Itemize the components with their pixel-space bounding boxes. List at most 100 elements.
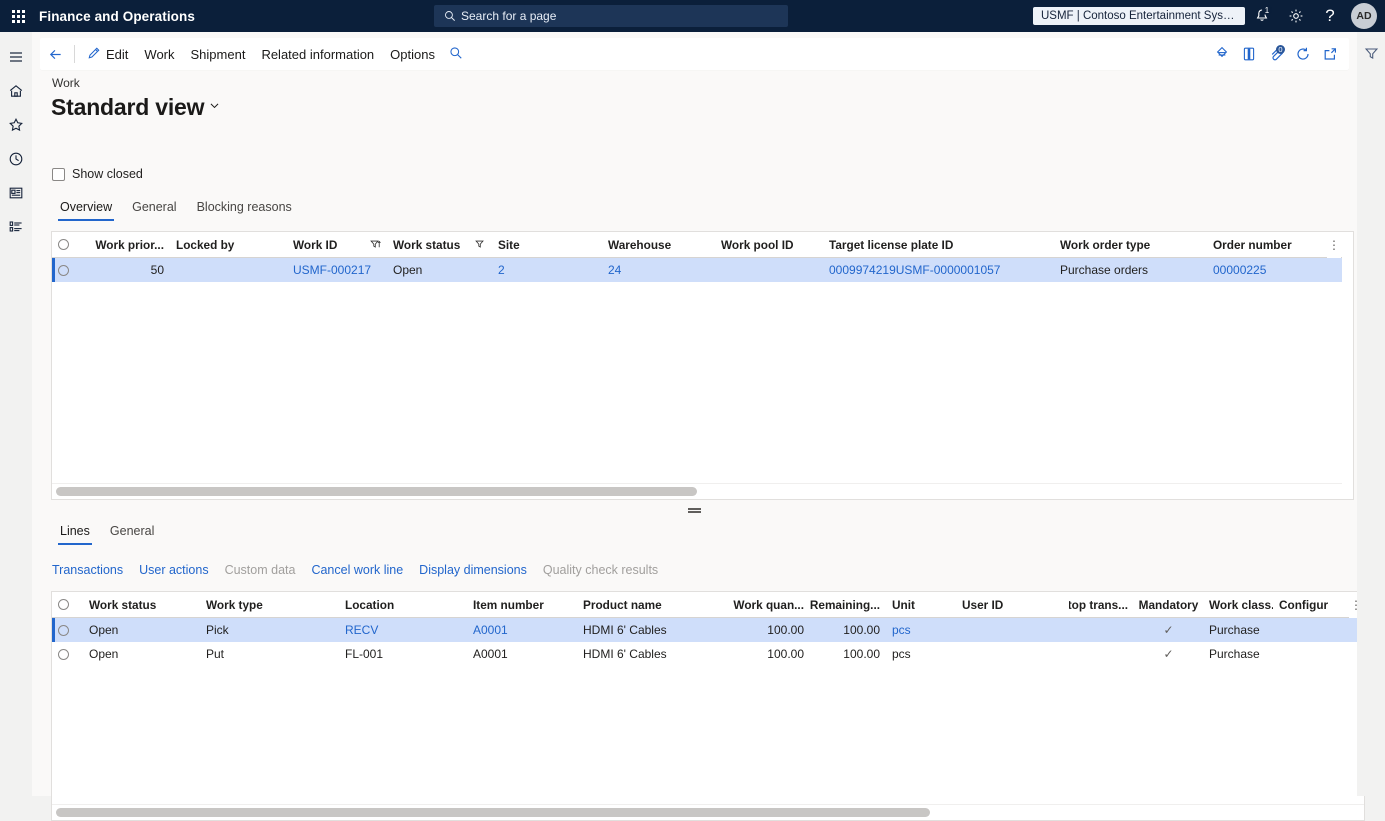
hamburger-icon[interactable] [0,40,32,74]
show-closed-label: Show closed [72,167,143,181]
column-header-ordernum[interactable]: Order number [1207,232,1327,258]
settings-button[interactable] [1279,0,1313,32]
column-header-userid[interactable]: User ID [956,592,1069,618]
column-header-workid[interactable]: Work ID [287,232,387,258]
horizontal-scrollbar[interactable] [52,804,1364,820]
open-in-office-icon[interactable] [1235,38,1262,70]
cell-link[interactable]: USMF-000217 [293,263,371,277]
row-select-circle[interactable] [58,624,69,636]
column-header-product[interactable]: Product name [577,592,732,618]
tab-overview[interactable]: Overview [52,198,120,221]
power-apps-icon[interactable] [1208,38,1235,70]
edit-button[interactable]: Edit [79,38,136,70]
table-row[interactable]: Open Pick RECV A0001 HDMI 6' Cables 100.00 100… [52,618,1364,642]
filter-funnel-icon[interactable] [1357,40,1385,66]
notifications-badge: 1 [1262,5,1272,15]
company-selector[interactable]: USMF | Contoso Entertainment Syste... [1033,7,1245,25]
cell-link[interactable]: RECV [345,623,378,637]
star-icon[interactable] [0,108,32,142]
app-title: Finance and Operations [39,8,195,24]
workspace-icon[interactable] [0,176,32,210]
open-in-new-window-icon[interactable] [1316,38,1343,70]
home-icon[interactable] [0,74,32,108]
table-row[interactable]: Open Put FL-001 A0001 HDMI 6' Cables 100.00 10… [52,642,1364,666]
column-header-site[interactable]: Site [492,232,602,258]
refresh-icon[interactable] [1289,38,1316,70]
work-header-grid-header: Work prior... Locked by Work ID Work status… [52,232,1353,258]
column-header-type[interactable]: Work type [200,592,339,618]
column-header-config[interactable]: Configur [1273,592,1333,618]
back-button[interactable] [40,38,70,70]
cell-text: pcs [892,647,911,661]
column-header-plate[interactable]: Target license plate ID [823,232,1054,258]
horizontal-scrollbar-thumb[interactable] [56,808,930,817]
vertical-scrollbar[interactable] [1342,232,1353,499]
cell-text: Purchase orders [1060,263,1149,277]
cell-link[interactable]: A0001 [473,623,508,637]
related-information-menu-button[interactable]: Related information [253,38,382,70]
column-header-ordertype[interactable]: Work order type [1054,232,1207,258]
horizontal-scrollbar[interactable] [52,483,1342,499]
left-navigation-rail [0,32,32,796]
tab-blocking-reasons[interactable]: Blocking reasons [189,198,300,221]
column-header-locked[interactable]: Locked by [170,232,287,258]
column-header-remaining[interactable]: Remaining... [810,592,886,618]
page-title-switcher[interactable]: Standard view [51,94,221,121]
column-header-pool[interactable]: Work pool ID [715,232,823,258]
column-header-mandatory[interactable]: Mandatory [1134,592,1203,618]
row-select-circle[interactable] [58,599,69,610]
toolbar-search-button[interactable] [443,38,469,70]
column-header-unit[interactable]: Unit [886,592,956,618]
cell-link[interactable]: 24 [608,263,621,277]
clock-icon[interactable] [0,142,32,176]
tab-lines-general[interactable]: General [102,522,162,545]
tab-lines[interactable]: Lines [52,522,98,545]
app-launcher-icon[interactable] [0,0,36,32]
column-header-item[interactable]: Item number [467,592,577,618]
column-header-status[interactable]: Work status [387,232,492,258]
cell-link[interactable]: 00000225 [1213,263,1266,277]
column-header-qty[interactable]: Work quan... [732,592,810,618]
options-menu-button[interactable]: Options [382,38,443,70]
attachments-icon[interactable]: 0 [1262,38,1289,70]
cell-link[interactable]: 0009974219USMF-0000001057 [829,263,1000,277]
checkmark-icon: ✓ [1163,623,1174,637]
notifications-button[interactable]: 1 [1245,0,1279,32]
avatar[interactable]: AD [1351,3,1377,29]
column-header-stop[interactable]: Stop trans... [1069,592,1134,618]
cell-site: 2 [492,258,602,282]
column-header-label: Mandatory [1138,597,1199,612]
shipment-menu-button[interactable]: Shipment [183,38,254,70]
lines-action-links: Transactions User actions Custom data Ca… [52,563,658,577]
user-actions-link[interactable]: User actions [139,563,208,577]
column-header-status[interactable]: Work status [83,592,200,618]
column-header-workclass[interactable]: Work class... [1203,592,1273,618]
column-header-sel[interactable] [52,592,83,618]
help-button[interactable]: ? [1313,0,1347,32]
row-select-circle[interactable] [58,648,69,660]
tab-general[interactable]: General [124,198,184,221]
work-menu-button[interactable]: Work [136,38,182,70]
column-header-priority[interactable]: Work prior... [82,232,170,258]
column-header-location[interactable]: Location [339,592,467,618]
table-row[interactable]: 50 USMF-000217 Open 2 24 0009974219USMF-00000… [52,258,1353,282]
column-options-icon[interactable]: ⋮ [1327,232,1341,258]
row-select-circle[interactable] [58,239,69,250]
cell-link[interactable]: 2 [498,263,505,277]
row-select-circle[interactable] [58,264,69,276]
transactions-link[interactable]: Transactions [52,563,123,577]
column-header-label: Work type [206,597,263,612]
column-header-warehouse[interactable]: Warehouse [602,232,715,258]
panel-splitter[interactable] [32,501,1357,517]
cell-text: Pick [206,623,229,637]
cancel-work-line-link[interactable]: Cancel work line [311,563,403,577]
list-icon[interactable] [0,210,32,244]
column-header-sel[interactable] [52,232,82,258]
show-closed-checkbox[interactable]: Show closed [52,167,143,181]
filter-sort-asc-icon[interactable] [364,239,381,250]
display-dimensions-link[interactable]: Display dimensions [419,563,527,577]
cell-link[interactable]: pcs [892,623,911,637]
filter-icon[interactable] [469,239,486,250]
horizontal-scrollbar-thumb[interactable] [56,487,697,496]
search-input[interactable]: Search for a page [434,5,788,27]
